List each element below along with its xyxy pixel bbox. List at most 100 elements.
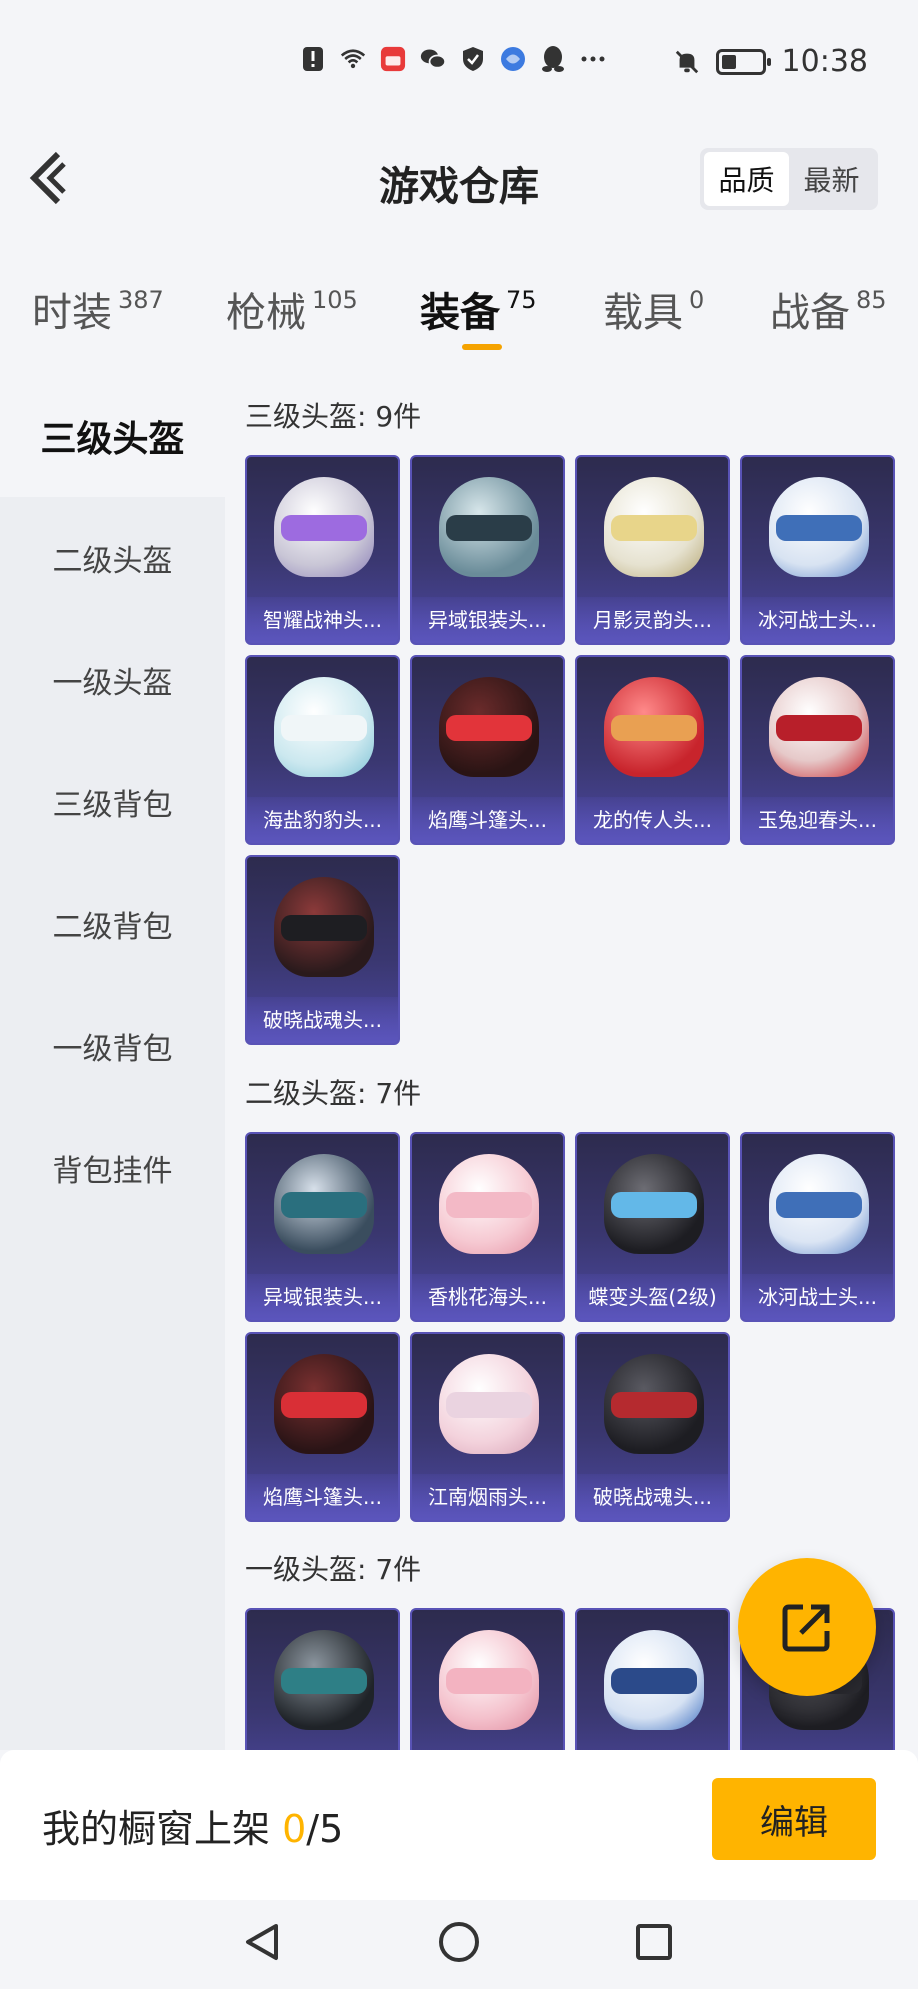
item-card[interactable]: 破晓战魂头... xyxy=(245,855,400,1045)
sort-toggle: 品质 最新 xyxy=(700,148,878,210)
showcase-total: /5 xyxy=(306,1807,344,1851)
tab-equipment[interactable]: 装备 75 xyxy=(420,280,537,338)
helmet-visor xyxy=(776,515,862,541)
item-name: 破晓战魂头... xyxy=(247,997,398,1043)
item-card[interactable]: 冰河战士头... xyxy=(740,455,895,645)
item-name: 月影灵韵头... xyxy=(577,597,728,643)
sidebar-item-backpack-charm[interactable]: 背包挂件 xyxy=(0,1107,225,1229)
tab-weapons[interactable]: 枪械 105 xyxy=(226,280,358,338)
browser-icon xyxy=(500,46,526,72)
alert-icon xyxy=(300,46,326,72)
helmet-visor xyxy=(611,715,697,741)
item-card[interactable] xyxy=(245,1608,400,1750)
item-card[interactable]: 蝶变头盔(2级) xyxy=(575,1132,730,1322)
system-nav-bar xyxy=(0,1900,918,1989)
section-title: 三级头盔: 9件 xyxy=(245,400,422,433)
tab-supplies[interactable]: 战备 85 xyxy=(770,280,887,338)
showcase-label: 我的橱窗上架 xyxy=(42,1807,283,1851)
sort-quality-button[interactable]: 品质 xyxy=(704,152,789,206)
item-card[interactable]: 焰鹰斗篷头... xyxy=(245,1332,400,1522)
item-card[interactable] xyxy=(575,1608,730,1750)
item-name: 海盐豹豹头... xyxy=(247,797,398,843)
sidebar-item-level3-backpack[interactable]: 三级背包 xyxy=(0,741,225,863)
tab-count: 0 xyxy=(689,286,705,314)
item-card[interactable] xyxy=(410,1608,565,1750)
helmet-visor xyxy=(446,715,532,741)
helmet-visor xyxy=(281,1192,367,1218)
helmet-visor xyxy=(611,515,697,541)
helmet-visor xyxy=(611,1392,697,1418)
tab-label: 载具 xyxy=(603,290,683,336)
item-card[interactable]: 江南烟雨头... xyxy=(410,1332,565,1522)
helmet-visor xyxy=(281,1668,367,1694)
wifi-icon xyxy=(340,46,366,72)
circle-home-icon xyxy=(439,1922,479,1962)
tab-label: 时装 xyxy=(32,290,112,336)
nav-recents-button[interactable] xyxy=(632,1920,676,1964)
helmet-visor xyxy=(776,715,862,741)
item-card[interactable]: 异域银装头... xyxy=(410,455,565,645)
active-tab-indicator xyxy=(462,344,502,350)
helmet-visor xyxy=(281,715,367,741)
item-name: 异域银装头... xyxy=(412,597,563,643)
helmet-visor xyxy=(611,1192,697,1218)
item-card[interactable]: 异域银装头... xyxy=(245,1132,400,1322)
item-name: 香桃花海头... xyxy=(412,1274,563,1320)
section-title: 一级头盔: 7件 xyxy=(245,1553,422,1586)
huawei-app-icon xyxy=(380,46,406,72)
helmet-visor xyxy=(446,1668,532,1694)
tab-fashion[interactable]: 时装 387 xyxy=(32,280,164,338)
item-card[interactable]: 龙的传人头... xyxy=(575,655,730,845)
tab-count: 387 xyxy=(118,286,164,314)
item-name: 冰河战士头... xyxy=(742,597,893,643)
edit-button[interactable]: 编辑 xyxy=(712,1778,876,1860)
sort-newest-button[interactable]: 最新 xyxy=(789,152,874,206)
nav-back-button[interactable] xyxy=(240,1920,284,1964)
sidebar: 三级头盔 二级头盔 一级头盔 三级背包 二级背包 一级背包 背包挂件 xyxy=(0,375,225,1750)
nav-home-button[interactable] xyxy=(437,1920,481,1964)
sidebar-item-level1-helmet[interactable]: 一级头盔 xyxy=(0,619,225,741)
app-header: 游戏仓库 品质 最新 xyxy=(0,110,918,250)
item-card[interactable]: 智耀战神头... xyxy=(245,455,400,645)
tab-label: 装备 xyxy=(420,290,500,336)
item-grid: 智耀战神头... 异域银装头... 月影灵韵头... 冰河战士头... 海盐豹豹… xyxy=(245,455,895,1045)
item-name: 冰河战士头... xyxy=(742,1274,893,1320)
item-card[interactable]: 香桃花海头... xyxy=(410,1132,565,1322)
item-name: 龙的传人头... xyxy=(577,797,728,843)
helmet-visor xyxy=(446,1392,532,1418)
item-card[interactable]: 海盐豹豹头... xyxy=(245,655,400,845)
helmet-visor xyxy=(611,1668,697,1694)
sidebar-item-level1-backpack[interactable]: 一级背包 xyxy=(0,985,225,1107)
helmet-visor xyxy=(446,515,532,541)
sidebar-item-level2-backpack[interactable]: 二级背包 xyxy=(0,863,225,985)
item-list[interactable]: 三级头盔: 9件 智耀战神头... 异域银装头... 月影灵韵头... 冰河战士… xyxy=(225,375,918,1750)
item-card[interactable]: 破晓战魂头... xyxy=(575,1332,730,1522)
item-card[interactable]: 冰河战士头... xyxy=(740,1132,895,1322)
tab-label: 枪械 xyxy=(226,290,306,336)
more-dots-icon xyxy=(580,46,606,72)
item-card[interactable]: 月影灵韵头... xyxy=(575,455,730,645)
helmet-visor xyxy=(776,1192,862,1218)
mute-bell-icon xyxy=(674,49,700,75)
share-button[interactable] xyxy=(738,1558,876,1696)
item-name: 玉兔迎春头... xyxy=(742,797,893,843)
item-grid: 异域银装头... 香桃花海头... 蝶变头盔(2级) 冰河战士头... 焰鹰斗篷… xyxy=(245,1132,895,1522)
tab-label: 战备 xyxy=(770,290,850,336)
sidebar-item-level3-helmet[interactable]: 三级头盔 xyxy=(0,375,225,497)
item-name: 破晓战魂头... xyxy=(577,1474,728,1520)
item-card[interactable]: 焰鹰斗篷头... xyxy=(410,655,565,845)
item-card[interactable]: 玉兔迎春头... xyxy=(740,655,895,845)
wechat-icon xyxy=(420,46,446,72)
showcase-count: 0 xyxy=(282,1807,307,1851)
square-recents-icon xyxy=(636,1924,672,1960)
status-icons xyxy=(300,46,606,72)
qq-icon xyxy=(540,46,566,72)
item-name: 异域银装头... xyxy=(247,1274,398,1320)
status-bar: 10:38 xyxy=(0,0,918,110)
status-right: 10:38 xyxy=(674,44,868,79)
tab-vehicles[interactable]: 载具 0 xyxy=(603,280,704,338)
tab-count: 105 xyxy=(312,286,358,314)
helmet-visor xyxy=(446,1192,532,1218)
sidebar-item-level2-helmet[interactable]: 二级头盔 xyxy=(0,497,225,619)
item-name: 智耀战神头... xyxy=(247,597,398,643)
